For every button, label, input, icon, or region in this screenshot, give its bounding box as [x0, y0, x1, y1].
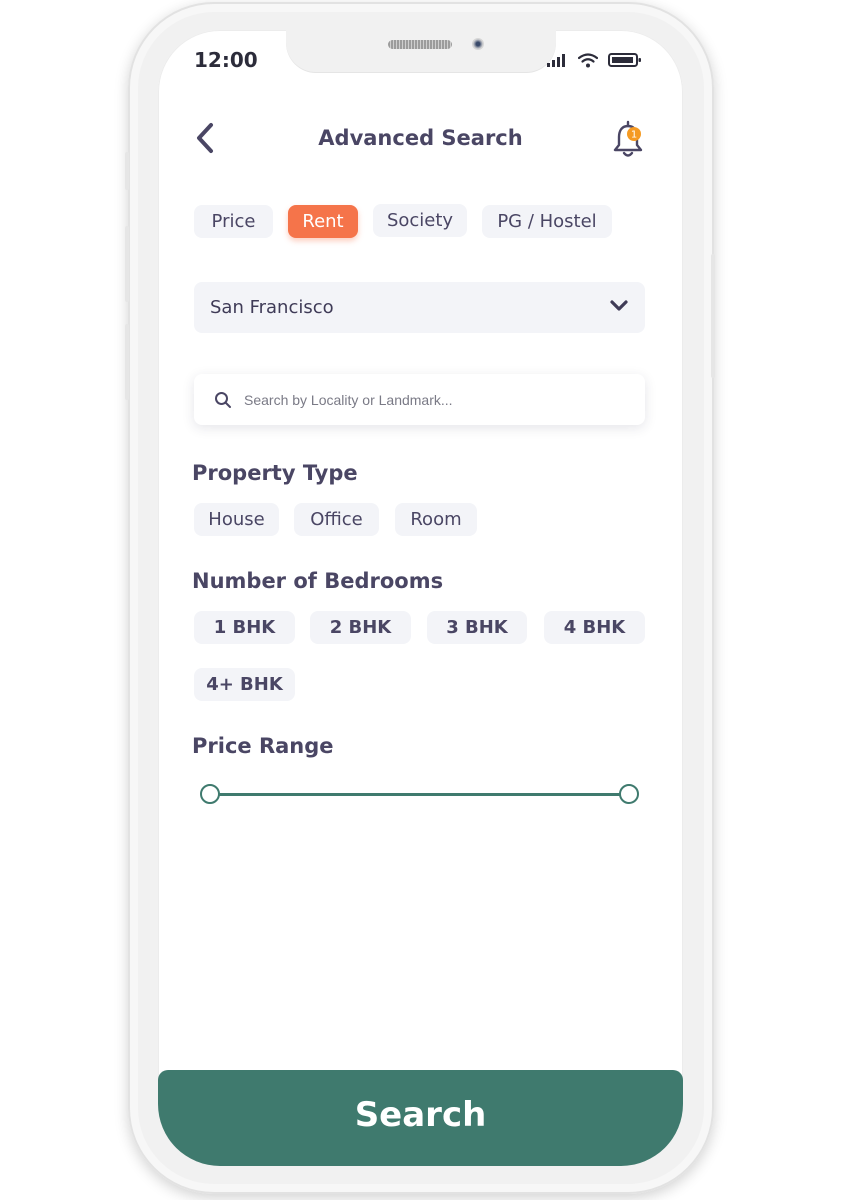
search-button[interactable]: Search: [158, 1070, 683, 1166]
battery-icon: [608, 53, 641, 67]
notification-count: 1: [631, 130, 637, 141]
bedroom-1bhk[interactable]: 1 BHK: [194, 611, 295, 644]
notifications-button[interactable]: 1: [610, 120, 648, 160]
locality-search: [194, 374, 645, 425]
chevron-down-icon: [610, 300, 628, 311]
page-title: Advanced Search: [318, 126, 523, 150]
city-select[interactable]: San Francisco: [194, 282, 645, 333]
price-range-title: Price Range: [192, 734, 334, 758]
price-range-max-handle[interactable]: [619, 784, 639, 804]
status-icons: [546, 52, 642, 68]
tab-society[interactable]: Society: [373, 204, 467, 237]
price-range-min-handle[interactable]: [200, 784, 220, 804]
city-select-value: San Francisco: [210, 297, 334, 318]
notification-badge: 1: [627, 127, 641, 141]
property-type-office[interactable]: Office: [294, 503, 379, 536]
app-screen: 12:00 Advanced Search 1 Price Rent Socie…: [158, 30, 683, 1166]
bedroom-2bhk[interactable]: 2 BHK: [310, 611, 411, 644]
search-icon: [215, 392, 231, 408]
bedroom-3bhk[interactable]: 3 BHK: [427, 611, 527, 644]
tab-rent[interactable]: Rent: [288, 205, 358, 238]
price-range-track[interactable]: [210, 793, 629, 796]
front-camera: [472, 38, 484, 50]
tab-pg-hostel[interactable]: PG / Hostel: [482, 205, 612, 238]
property-type-title: Property Type: [192, 461, 358, 485]
phone-side-button: [125, 324, 129, 400]
signal-icon: [547, 54, 565, 67]
app-header: Advanced Search 1: [158, 120, 683, 160]
bedroom-4plus-bhk[interactable]: 4+ BHK: [194, 668, 295, 701]
bedrooms-title: Number of Bedrooms: [192, 569, 444, 593]
property-type-house[interactable]: House: [194, 503, 279, 536]
wifi-icon: [578, 52, 598, 67]
bedroom-4bhk[interactable]: 4 BHK: [544, 611, 645, 644]
tab-price[interactable]: Price: [194, 205, 273, 238]
property-type-room[interactable]: Room: [395, 503, 477, 536]
phone-side-button: [125, 226, 129, 302]
speaker-grille: [388, 40, 452, 49]
phone-notch: [286, 30, 556, 72]
phone-side-button: [125, 152, 129, 190]
phone-side-button: [711, 254, 715, 378]
status-time: 12:00: [194, 48, 258, 72]
locality-search-input[interactable]: [244, 386, 624, 413]
